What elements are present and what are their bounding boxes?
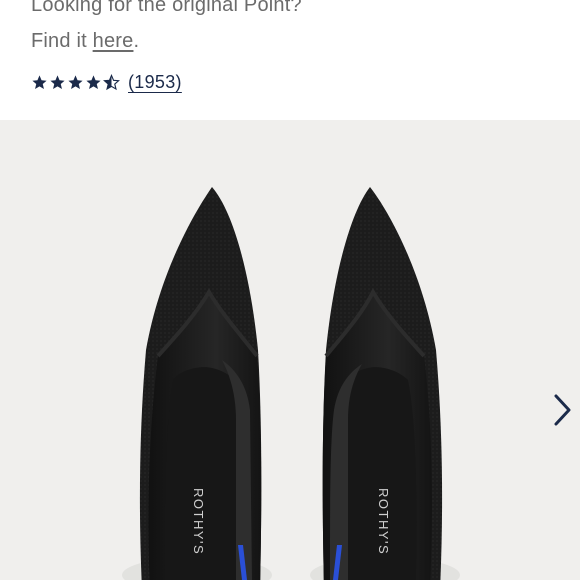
promo-line-1: Looking for the original Point? <box>31 0 302 16</box>
promo-line-2-suffix: . <box>133 30 140 52</box>
product-rating[interactable]: (1953) <box>31 72 182 93</box>
chevron-right-icon[interactable] <box>552 390 574 430</box>
promo-line-2-prefix: Find it <box>31 30 93 52</box>
star-half-icon <box>103 74 120 91</box>
product-image: ROTHY'S ROTHY'S <box>122 187 460 580</box>
left-shoe-brand-label: ROTHY'S <box>191 488 206 555</box>
promo-line-2: Find it here. <box>31 30 139 53</box>
star-full-icon <box>86 75 101 90</box>
star-full-icon <box>32 75 47 90</box>
star-full-icon <box>50 75 65 90</box>
original-point-link[interactable]: here <box>93 30 134 52</box>
star-full-icon <box>68 75 83 90</box>
left-shoe: ROTHY'S <box>139 187 262 580</box>
product-image-gallery[interactable]: ROTHY'S ROTHY'S <box>0 120 580 580</box>
right-shoe: ROTHY'S <box>322 187 443 580</box>
rating-stars <box>31 74 120 91</box>
right-shoe-brand-label: ROTHY'S <box>376 488 391 555</box>
review-count-link[interactable]: (1953) <box>128 72 182 93</box>
